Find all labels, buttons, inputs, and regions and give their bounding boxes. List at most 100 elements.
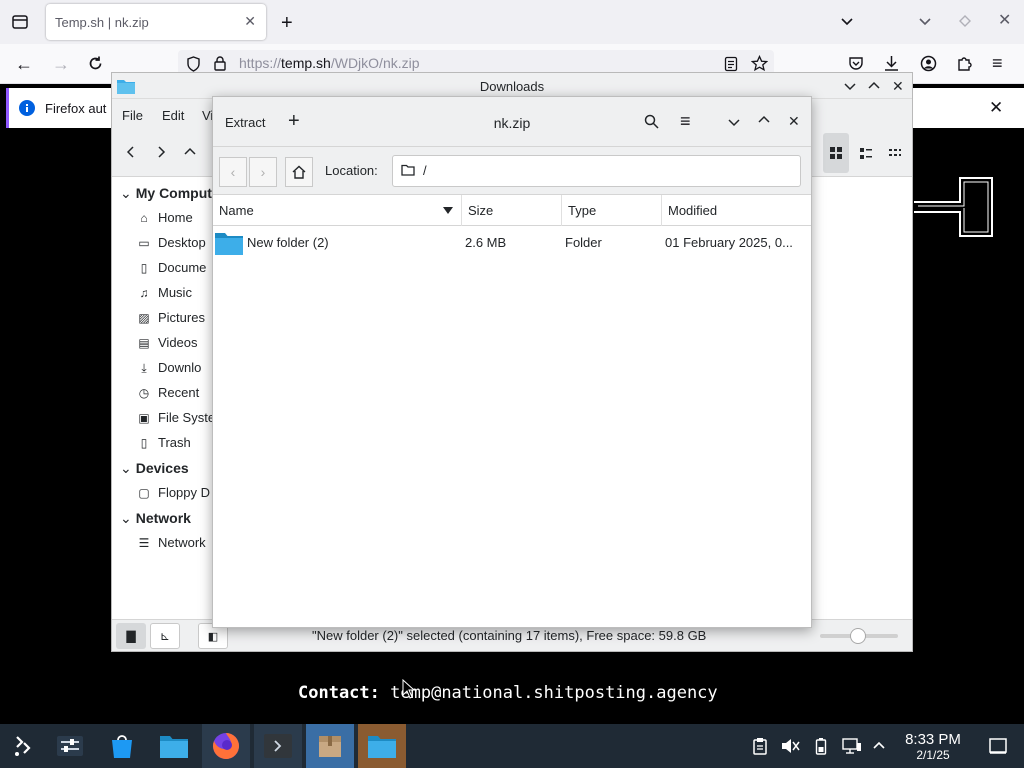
- filesystem-icon: ▣: [138, 411, 150, 425]
- ark-back-icon[interactable]: ‹: [219, 157, 247, 187]
- menu-file[interactable]: File: [122, 108, 143, 123]
- col-size[interactable]: Size: [462, 195, 562, 226]
- clock[interactable]: 8:33 PM 2/1/25: [896, 731, 970, 762]
- places-header-devices[interactable]: ⌄ Devices: [120, 460, 189, 477]
- tray-expand-icon[interactable]: [872, 739, 886, 754]
- show-desktop-icon[interactable]: [989, 737, 1007, 758]
- forward-icon[interactable]: →: [52, 55, 70, 73]
- place-downloads[interactable]: ⤓ Downlo: [136, 360, 201, 376]
- toggle-info-button[interactable]: ⊾: [150, 623, 180, 649]
- dolphin-maximize-icon[interactable]: [867, 79, 881, 96]
- column-header: Name Size Type Modified: [213, 195, 811, 226]
- firefox-icon[interactable]: [202, 724, 250, 768]
- place-network[interactable]: ☰ Network: [136, 535, 206, 550]
- zoom-slider-handle[interactable]: [850, 628, 866, 644]
- tab-overflow-chevron-icon[interactable]: [840, 14, 854, 32]
- place-trash[interactable]: ▯ Trash: [136, 435, 191, 450]
- row-modified: 01 February 2025, 0...: [665, 235, 793, 250]
- table-row[interactable]: New folder (2) 2.6 MB Folder 01 February…: [213, 227, 811, 259]
- contact-label: Contact:: [298, 683, 380, 703]
- notification-close-icon[interactable]: ✕: [989, 99, 1003, 116]
- site-logo-fragment: [912, 176, 996, 241]
- place-pictures[interactable]: ▨ Pictures: [136, 310, 205, 325]
- location-field[interactable]: /: [392, 155, 801, 187]
- minimize-window-icon[interactable]: [918, 14, 932, 31]
- notification-text: Firefox aut: [45, 101, 107, 116]
- ark-forward-icon[interactable]: ›: [249, 157, 277, 187]
- menu-edit[interactable]: Edit: [162, 108, 184, 123]
- pictures-icon: ▨: [138, 311, 150, 325]
- nav-up-icon[interactable]: [183, 145, 197, 162]
- clipboard-icon[interactable]: [752, 737, 768, 758]
- places-header-network[interactable]: ⌄ Network: [120, 510, 191, 527]
- ark-search-icon[interactable]: [644, 114, 659, 132]
- place-videos[interactable]: ▤ Videos: [136, 335, 197, 350]
- dolphin-window-title: Downloads: [479, 79, 545, 94]
- taskbar: 8:33 PM 2/1/25: [0, 724, 1024, 768]
- file-manager-launcher-icon[interactable]: [150, 724, 198, 768]
- col-name[interactable]: Name: [213, 195, 462, 226]
- terminal-icon[interactable]: [254, 724, 302, 768]
- videos-icon: ▤: [138, 336, 150, 350]
- close-window-icon[interactable]: ✕: [998, 13, 1011, 29]
- recent-icon: ◷: [138, 386, 150, 400]
- maximize-window-icon[interactable]: [958, 14, 972, 31]
- ark-location-bar: ‹ › Location: /: [213, 147, 811, 195]
- dolphin-task-button[interactable]: [306, 724, 354, 768]
- new-tab-icon[interactable]: +: [281, 13, 293, 33]
- ark-home-icon[interactable]: [285, 157, 313, 187]
- view-icons-button[interactable]: [823, 133, 849, 173]
- dolphin-close-icon[interactable]: ✕: [892, 78, 904, 95]
- place-file-system[interactable]: ▣ File Syste: [136, 410, 212, 425]
- app-launcher-icon[interactable]: [0, 724, 48, 768]
- col-modified[interactable]: Modified: [662, 195, 811, 226]
- settings-panel-icon[interactable]: [46, 724, 94, 768]
- extensions-icon[interactable]: [956, 55, 973, 75]
- network-status-icon[interactable]: [842, 737, 862, 758]
- nav-back-icon[interactable]: [124, 145, 138, 162]
- discover-store-icon[interactable]: [98, 724, 146, 768]
- dolphin-minimize-icon[interactable]: [843, 79, 857, 96]
- volume-muted-icon[interactable]: [780, 737, 800, 758]
- places-header-my-computer[interactable]: ⌄ My Comput: [120, 185, 212, 202]
- browser-tab[interactable]: Temp.sh | nk.zip ✕: [46, 4, 266, 40]
- menu-icon[interactable]: ≡: [992, 54, 1003, 72]
- zoom-slider[interactable]: [820, 628, 898, 644]
- ark-maximize-icon[interactable]: [757, 113, 771, 130]
- place-home[interactable]: ⌂ Home: [136, 210, 192, 225]
- list-all-tabs-icon[interactable]: [11, 13, 29, 34]
- folder-small-icon: [401, 164, 415, 179]
- reload-icon[interactable]: [87, 55, 104, 75]
- ark-close-icon[interactable]: ✕: [788, 113, 800, 130]
- view-compact-icon[interactable]: [859, 147, 873, 164]
- account-icon[interactable]: [920, 55, 937, 75]
- ark-titlebar: Extract + nk.zip ≡ ✕: [213, 97, 811, 147]
- row-type: Folder: [565, 235, 602, 250]
- sort-descending-icon: [443, 207, 453, 214]
- view-details-icon[interactable]: [888, 147, 902, 164]
- folder-icon: [214, 230, 244, 262]
- floppy-icon: ▢: [138, 486, 150, 500]
- toggle-places-button[interactable]: ▇: [116, 623, 146, 649]
- place-documents[interactable]: ▯ Docume: [136, 260, 207, 275]
- close-tab-icon[interactable]: ✕: [244, 13, 256, 30]
- col-type[interactable]: Type: [562, 195, 662, 226]
- place-desktop[interactable]: ▭ Desktop: [136, 235, 205, 250]
- ark-window: Extract + nk.zip ≡ ✕ ‹ › Location: / Nam…: [212, 96, 812, 628]
- music-icon: ♫: [139, 286, 149, 300]
- ark-task-button[interactable]: [358, 724, 406, 768]
- nav-forward-icon[interactable]: [154, 145, 168, 162]
- contact-line: Contact: temp@national.shitposting.agenc…: [298, 683, 718, 703]
- places-panel: ⌄ My Comput ⌂ Home ▭ Desktop ▯ Docume ♫ Music…: [112, 177, 212, 617]
- ark-hamburger-menu-icon[interactable]: ≡: [680, 112, 691, 130]
- url-text[interactable]: https://temp.sh/WDjkO/nk.zip: [239, 55, 420, 71]
- place-music[interactable]: ♫ Music: [136, 285, 192, 300]
- mouse-cursor-icon: [402, 678, 416, 702]
- contact-email[interactable]: temp@national.shitposting.agency: [390, 683, 718, 703]
- place-floppy[interactable]: ▢ Floppy D: [136, 485, 210, 500]
- battery-icon[interactable]: [815, 737, 827, 758]
- place-recent[interactable]: ◷ Recent: [136, 385, 199, 400]
- ark-minimize-icon[interactable]: [727, 115, 741, 132]
- clock-time: 8:33 PM: [905, 731, 961, 748]
- back-icon[interactable]: ←: [15, 55, 33, 73]
